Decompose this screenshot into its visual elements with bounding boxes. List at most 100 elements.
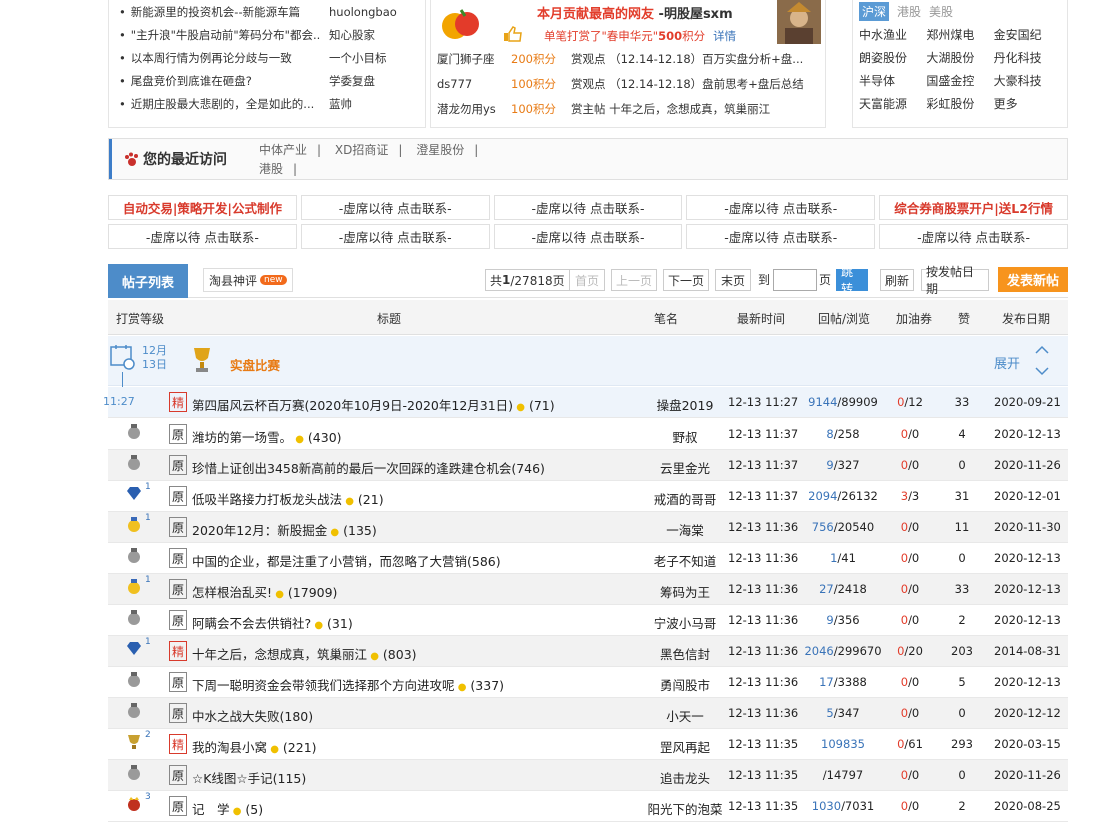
ad-slot[interactable]: -虚席以待 点击联系-: [686, 195, 876, 220]
award-desc-link[interactable]: 赏观点 （12.14-12.18）盘前思考+盘后总结: [571, 76, 825, 92]
list-item[interactable]: 近期庄股最大悲剧的，全是如此的...蓝帅: [109, 92, 425, 115]
stock-link[interactable]: 郑州煤电: [926, 26, 993, 43]
expand-button[interactable]: 展开: [994, 353, 1020, 372]
first-page-button[interactable]: 首页: [569, 269, 605, 291]
stock-link[interactable]: 彩虹股份: [926, 95, 993, 112]
post-title[interactable]: 2020年12月：新股掘金: [192, 523, 327, 538]
list-item[interactable]: 尾盘竞价到底谁在砸盘?学委复盘: [109, 69, 425, 92]
post-title-link[interactable]: 下周一聪明资金会带领我们选择那个方向进攻呢 ● (337): [192, 675, 504, 694]
news-title[interactable]: 近期庄股最大悲剧的，全是如此的...: [109, 96, 321, 112]
award-user[interactable]: -明股屋sxm: [659, 7, 733, 22]
table-row[interactable]: 2 精我的淘县小窝 ● (221) 罡风再起 12-13 11:35 109835 0/6…: [108, 729, 1068, 760]
refresh-button[interactable]: 刷新: [880, 269, 914, 291]
last-page-button[interactable]: 末页: [715, 269, 751, 291]
list-item[interactable]: "主升浪"牛股启动前"筹码分布"都会...知心股家: [109, 23, 425, 46]
more-link[interactable]: 更多: [994, 95, 1061, 112]
news-author[interactable]: 一个小目标: [321, 50, 421, 66]
post-title[interactable]: 记 学: [192, 802, 230, 817]
tab-post-list[interactable]: 帖子列表: [108, 264, 188, 298]
stock-link[interactable]: 大豪科技: [994, 72, 1061, 89]
post-title[interactable]: 中水之战大失败(180): [192, 709, 313, 724]
stock-link[interactable]: 国盛金控: [926, 72, 993, 89]
award-user-link[interactable]: 潜龙勿用ys: [431, 101, 511, 117]
post-title[interactable]: 中国的企业，都是注重了小营销，而忽略了大营销(586): [192, 554, 501, 569]
post-title-link[interactable]: 我的淘县小窝 ● (221): [192, 737, 317, 756]
recent-link[interactable]: XD招商证: [335, 143, 388, 157]
table-row[interactable]: 原潍坊的第一场雪。 ● (430) 野叔 12-13 11:37 8/258 0/0 4 2…: [108, 419, 1068, 450]
award-user-link[interactable]: 厦门狮子座: [431, 51, 511, 67]
ad-slot[interactable]: -虚席以待 点击联系-: [493, 224, 683, 249]
tab-us[interactable]: 美股: [929, 3, 953, 20]
table-row[interactable]: 原中水之战大失败(180) 小天一 12-13 11:36 5/347 0/0 0 2020…: [108, 698, 1068, 729]
ad-slot[interactable]: 综合券商股票开户|送L2行情: [879, 195, 1068, 220]
ad-slot[interactable]: -虚席以待 点击联系-: [300, 195, 490, 220]
news-author[interactable]: 学委复盘: [321, 73, 421, 89]
post-title-link[interactable]: 珍惜上证创出3458新高前的最后一次回踩的逢跌建仓机会(746): [192, 458, 545, 477]
post-title-link[interactable]: 潍坊的第一场雪。 ● (430): [192, 427, 342, 446]
recent-link[interactable]: 澄星股份: [416, 143, 464, 157]
news-author[interactable]: 蓝帅: [321, 96, 421, 112]
post-title-link[interactable]: 记 学 ● (5): [192, 799, 263, 818]
table-row[interactable]: 1 原低吸半路接力打板龙头战法 ● (21) 戒酒的哥哥 12-13 11:37 209…: [108, 481, 1068, 512]
stock-link[interactable]: 半导体: [859, 72, 926, 89]
ad-slot[interactable]: -虚席以待 点击联系-: [108, 224, 297, 249]
post-title-link[interactable]: ☆K线图☆手记(115): [192, 768, 306, 787]
post-title[interactable]: 十年之后，念想成真，筑巢丽江: [192, 647, 367, 662]
table-row[interactable]: 3原记 学 ● (5) 阳光下的泡菜 12-13 11:35 1030/7031 0/0…: [108, 791, 1068, 822]
news-author[interactable]: 知心股家: [321, 27, 421, 43]
post-title[interactable]: 怎样根治乱买!: [192, 585, 272, 600]
stock-link[interactable]: 中水渔业: [859, 26, 926, 43]
award-user-link[interactable]: ds777: [431, 77, 511, 91]
ad-slot[interactable]: -虚席以待 点击联系-: [300, 224, 490, 249]
news-title[interactable]: 以本周行情为例再论分歧与一致: [109, 50, 321, 66]
list-item[interactable]: 以本周行情为例再论分歧与一致一个小目标: [109, 46, 425, 69]
next-page-button[interactable]: 下一页: [663, 269, 709, 291]
post-title[interactable]: ☆K线图☆手记(115): [192, 771, 306, 786]
post-new-button[interactable]: 发表新帖: [998, 267, 1068, 292]
tab-hushen[interactable]: 沪深: [859, 1, 890, 21]
post-title[interactable]: 潍坊的第一场雪。: [192, 430, 292, 445]
detail-link[interactable]: 详情: [713, 29, 736, 43]
ad-slot[interactable]: -虚席以待 点击联系-: [686, 224, 876, 249]
table-row[interactable]: 原中国的企业，都是注重了小营销，而忽略了大营销(586) 老子不知道 12-13 1…: [108, 543, 1068, 574]
page-input[interactable]: [773, 269, 817, 291]
post-title-link[interactable]: 中水之战大失败(180): [192, 706, 313, 725]
avatar[interactable]: [777, 0, 821, 44]
post-title[interactable]: 低吸半路接力打板龙头战法: [192, 492, 342, 507]
post-title[interactable]: 我的淘县小窝: [192, 740, 267, 755]
post-title-link[interactable]: 低吸半路接力打板龙头战法 ● (21): [192, 489, 384, 508]
award-desc-link[interactable]: 赏观点 （12.14-12.18）百万实盘分析+盘...: [571, 51, 825, 67]
table-row[interactable]: 11:27 精第四届风云杯百万赛(2020年10月9日-2020年12月31日) …: [103, 387, 1068, 418]
tab-comments[interactable]: 淘县神评 new: [203, 268, 293, 292]
stock-link[interactable]: 丹化科技: [994, 49, 1061, 66]
award-desc-link[interactable]: 赏主帖 十年之后，念想成真，筑巢丽江: [571, 101, 825, 117]
stock-link[interactable]: 朗姿股份: [859, 49, 926, 66]
post-title-link[interactable]: 阿瞒会不会去供销社? ● (31): [192, 613, 353, 632]
post-title-link[interactable]: 2020年12月：新股掘金 ● (135): [192, 520, 377, 539]
table-row[interactable]: 原珍惜上证创出3458新高前的最后一次回踩的逢跌建仓机会(746) 云里金光 12-…: [108, 450, 1068, 481]
news-author[interactable]: huolongbao: [321, 5, 421, 19]
sort-by-date-button[interactable]: 按发帖日期: [921, 265, 989, 296]
list-item[interactable]: 新能源里的投资机会--新能源车篇huolongbao: [109, 0, 425, 23]
stock-link[interactable]: 天富能源: [859, 95, 926, 112]
tab-hk[interactable]: 港股: [897, 3, 921, 20]
recent-link[interactable]: 中体产业: [259, 143, 307, 157]
post-title-link[interactable]: 中国的企业，都是注重了小营销，而忽略了大营销(586): [192, 551, 501, 570]
post-title[interactable]: 珍惜上证创出3458新高前的最后一次回踩的逢跌建仓机会(746): [192, 461, 545, 476]
ad-slot[interactable]: -虚席以待 点击联系-: [493, 195, 683, 220]
post-title-link[interactable]: 第四届风云杯百万赛(2020年10月9日-2020年12月31日) ● (71): [192, 395, 555, 414]
news-title[interactable]: 新能源里的投资机会--新能源车篇: [109, 4, 321, 20]
recent-link[interactable]: 港股: [259, 162, 283, 176]
news-title[interactable]: "主升浪"牛股启动前"筹码分布"都会...: [109, 27, 321, 43]
stock-link[interactable]: 大湖股份: [926, 49, 993, 66]
ad-slot[interactable]: -虚席以待 点击联系-: [879, 224, 1068, 249]
expand-toggle-icon[interactable]: [1034, 344, 1050, 378]
ad-slot[interactable]: 自动交易|策略开发|公式制作: [108, 195, 297, 220]
table-row[interactable]: 原 ☆K线图☆手记(115) 追击龙头 12-13 11:35/14797 0/0 0 20…: [108, 760, 1068, 791]
jump-button[interactable]: 跳转: [836, 265, 868, 296]
table-row[interactable]: 1 原怎样根治乱买! ● (17909) 筹码为王 12-13 11:36 27/241…: [108, 574, 1068, 605]
stock-link[interactable]: 金安国纪: [994, 26, 1061, 43]
post-title[interactable]: 第四届风云杯百万赛(2020年10月9日-2020年12月31日): [192, 398, 513, 413]
post-title-link[interactable]: 怎样根治乱买! ● (17909): [192, 582, 337, 601]
post-title-link[interactable]: 十年之后，念想成真，筑巢丽江 ● (803): [192, 644, 417, 663]
